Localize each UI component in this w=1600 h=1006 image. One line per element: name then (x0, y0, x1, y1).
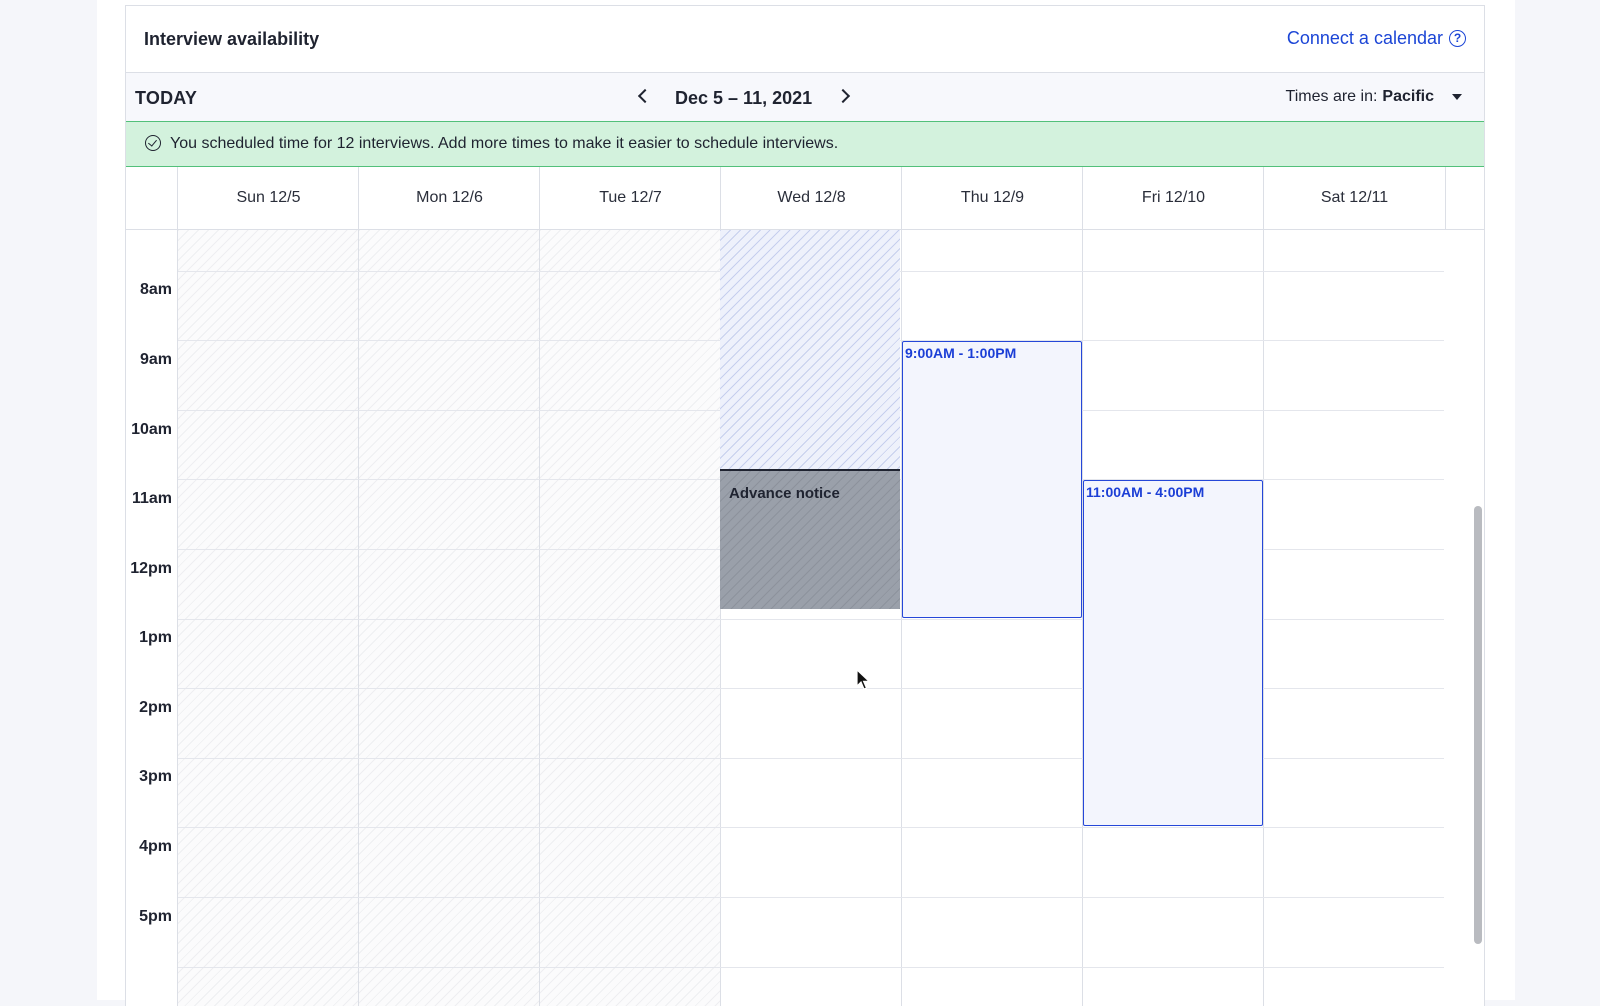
chevron-right-icon (835, 88, 851, 104)
time-label-1pm: 1pm (139, 629, 172, 646)
availability-slot-thu[interactable]: 9:00AM - 1:00PM (902, 341, 1082, 618)
hour-line (178, 897, 1444, 898)
day-header-wed: Wed 12/8 (720, 167, 902, 229)
connect-calendar-link[interactable]: Connect a calendar ? (1287, 28, 1466, 49)
banner-message: You scheduled time for 12 interviews. Ad… (170, 135, 839, 152)
day-header-sun: Sun 12/5 (177, 167, 359, 229)
previous-week-button[interactable] (631, 85, 653, 109)
card-header: Interview availability Connect a calenda… (126, 6, 1484, 73)
day-header-tue: Tue 12/7 (539, 167, 721, 229)
next-week-button[interactable] (835, 85, 857, 109)
help-icon[interactable]: ? (1449, 30, 1466, 47)
day-column-sat[interactable] (1263, 230, 1446, 1006)
today-button[interactable]: TODAY (135, 88, 197, 109)
timezone-value[interactable]: Pacific (1382, 88, 1434, 106)
mouse-pointer-icon (856, 669, 871, 690)
availability-slot-fri[interactable]: 11:00AM - 4:00PM (1083, 480, 1263, 826)
blocked-past-time (720, 230, 900, 471)
day-header-thu: Thu 12/9 (901, 167, 1083, 229)
scrollbar-thumb[interactable] (1474, 506, 1482, 944)
check-circle-icon (145, 135, 161, 151)
day-column-sun[interactable] (177, 230, 359, 1006)
calendar-toolbar: TODAY Dec 5 – 11, 2021 Times are in: Pac… (126, 73, 1484, 122)
time-label-2pm: 2pm (139, 699, 172, 716)
day-header-sat: Sat 12/11 (1263, 167, 1446, 229)
day-column-tue[interactable] (539, 230, 721, 1006)
timezone-select[interactable]: Times are in: Pacific (1286, 88, 1462, 106)
caret-down-icon[interactable] (1452, 94, 1462, 100)
time-label-10am: 10am (131, 421, 172, 438)
date-range-label: Dec 5 – 11, 2021 (675, 88, 813, 108)
day-header-mon: Mon 12/6 (358, 167, 540, 229)
time-label-12pm: 12pm (130, 560, 172, 577)
chevron-left-icon (637, 88, 653, 104)
advance-notice-block: Advance notice (720, 471, 900, 609)
calendar-grid: 8am 9am 10am 11am 12pm 1pm 2pm 3pm 4pm 5… (126, 230, 1446, 1006)
hour-line (178, 967, 1444, 968)
day-column-mon[interactable] (358, 230, 540, 1006)
connect-calendar-label[interactable]: Connect a calendar (1287, 28, 1443, 49)
day-header-fri: Fri 12/10 (1082, 167, 1264, 229)
time-label-11am: 11am (131, 490, 172, 507)
success-banner: You scheduled time for 12 interviews. Ad… (126, 121, 1484, 167)
page-title: Interview availability (144, 29, 320, 49)
slot-time-label: 9:00AM - 1:00PM (905, 345, 1017, 361)
hour-line (178, 827, 1444, 828)
time-label-4pm: 4pm (139, 838, 172, 855)
page: Interview availability Connect a calenda… (97, 0, 1515, 1006)
availability-card: Interview availability Connect a calenda… (125, 5, 1485, 1006)
calendar-day-headers: Sun 12/5 Mon 12/6 Tue 12/7 Wed 12/8 Thu … (126, 167, 1484, 230)
timezone-prefix: Times are in: (1285, 88, 1378, 105)
time-label-3pm: 3pm (139, 768, 172, 785)
slot-time-label: 11:00AM - 4:00PM (1086, 484, 1205, 500)
time-label-9am: 9am (139, 351, 172, 368)
time-label-8am: 8am (139, 281, 172, 298)
advance-notice-label: Advance notice (729, 485, 840, 502)
time-label-5pm: 5pm (139, 908, 172, 925)
